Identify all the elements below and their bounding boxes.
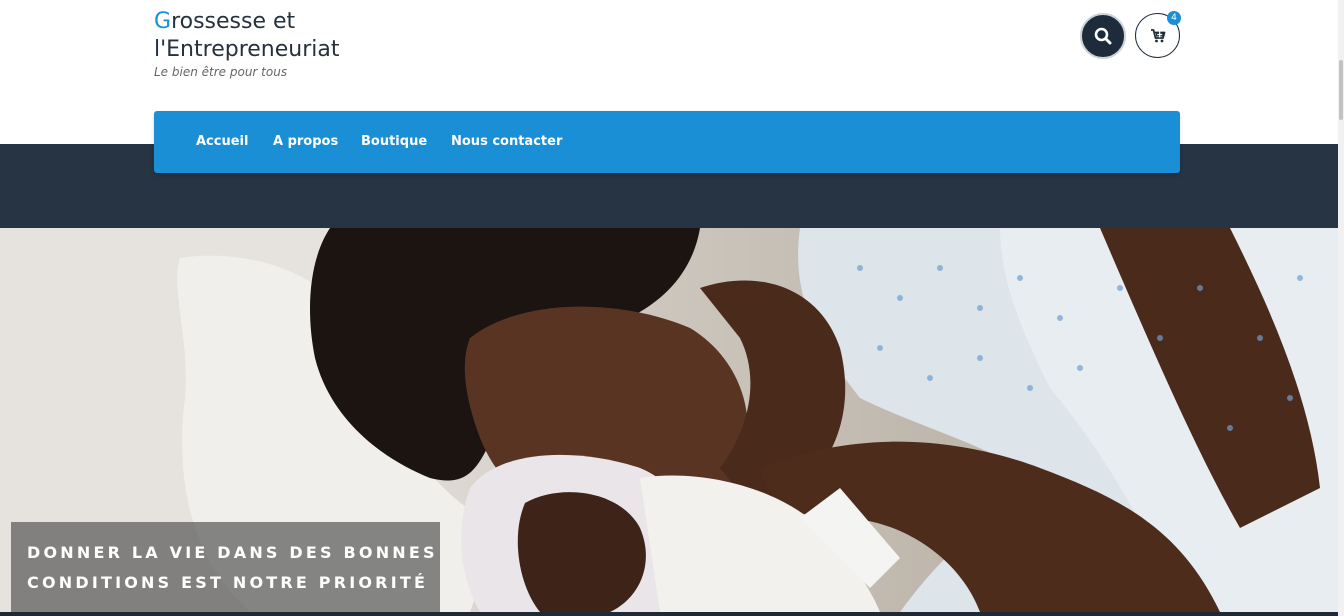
nav-item-nous-contacter[interactable]: Nous contacter xyxy=(451,134,562,149)
hero-caption-line-2: CONDITIONS EST NOTRE PRIORITÉ xyxy=(27,573,429,592)
hero-caption-line-1: DONNER LA VIE DANS DES BONNES xyxy=(27,543,438,562)
main-navigation: Accueil A propos Boutique Nous contacter xyxy=(154,111,1180,173)
site-tagline: Le bien être pour tous xyxy=(154,65,288,79)
nav-item-boutique[interactable]: Boutique xyxy=(361,134,427,149)
site-title[interactable]: Grossesse et l'Entrepreneuriat xyxy=(154,8,394,64)
nav-item-accueil[interactable]: Accueil xyxy=(196,134,248,149)
cart-icon xyxy=(1150,28,1165,42)
hero-slider: DONNER LA VIE DANS DES BONNES CONDITIONS… xyxy=(0,228,1344,612)
nav-item-a-propos[interactable]: A propos xyxy=(273,134,338,149)
bottom-strip xyxy=(0,612,1344,616)
scrollbar-thumb[interactable] xyxy=(1339,60,1343,120)
site-title-initial: G xyxy=(154,9,172,34)
hero-caption: DONNER LA VIE DANS DES BONNES CONDITIONS… xyxy=(11,522,440,612)
site-title-text: rossesse et l'Entrepreneuriat xyxy=(154,9,340,62)
search-button[interactable] xyxy=(1080,13,1126,59)
cart-count-badge: 4 xyxy=(1167,11,1181,25)
search-icon xyxy=(1094,27,1112,45)
